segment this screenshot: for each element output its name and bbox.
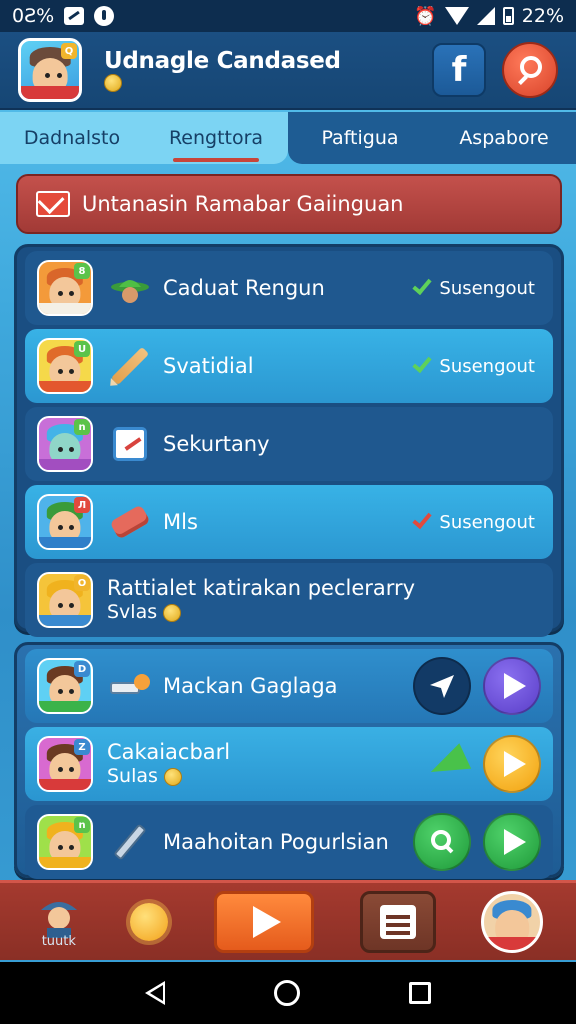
tab-bar: Dadnalsto Rengttora Paftigua Aspabore	[0, 112, 576, 164]
paper-plane-icon	[424, 741, 472, 787]
system-nav-bar	[0, 962, 576, 1024]
list-item-sublabel: Svlas	[107, 601, 158, 624]
alarm-icon: ⏰	[414, 5, 437, 27]
announcement-banner[interactable]: Untanasin Ramabar Gaiinguan	[16, 174, 562, 234]
tab-2[interactable]: Rengttora	[144, 112, 288, 164]
calendar-icon	[379, 904, 416, 939]
play-icon	[252, 905, 281, 938]
list-item-label: Cakaiacbarl	[107, 740, 231, 764]
play-icon	[504, 751, 526, 777]
list-panel-2: D Mackan Gaglaga Z Cakaiacbarl Sulas n M…	[14, 642, 564, 879]
battery-icon	[502, 7, 514, 25]
list-item[interactable]: O Rattialet katirakan peclerarry Svlas	[25, 563, 553, 637]
tab-3[interactable]: Paftigua	[288, 112, 432, 164]
list-item-label: Rattialet katirakan peclerarry	[107, 576, 416, 600]
list-panel-1: 8 Caduat Rengun Susengout U Svatidial Su…	[14, 244, 564, 637]
search-icon	[431, 830, 454, 854]
bottom-bar: tuutk	[0, 880, 576, 960]
list-item-sublabel: Sulas	[107, 765, 158, 788]
list-item-label: Mackan Gaglaga	[163, 673, 338, 698]
list-item-label: Caduat Rengun	[163, 275, 325, 300]
image-icon	[64, 7, 85, 25]
app-screen: 0Ƨ% ⏰ 22% Q Udnagle Candased f Dadnalsto…	[0, 0, 576, 1024]
profile-nav-label: tuutk	[41, 934, 76, 949]
status-bar: 0Ƨ% ⏰ 22%	[0, 0, 576, 32]
tool-icon	[107, 663, 153, 709]
battery-percent: 22%	[521, 5, 564, 27]
coin-icon	[163, 603, 182, 622]
app-header: Q Udnagle Candased f	[0, 32, 576, 110]
list-item[interactable]: n Sekurtany	[25, 407, 553, 481]
list-item-label: Mls	[163, 509, 198, 534]
recent-apps-icon[interactable]	[409, 982, 432, 1004]
tab-4-label: Aspabore	[459, 127, 549, 149]
syringe-icon	[107, 819, 153, 865]
avatar: n	[37, 814, 93, 870]
facebook-icon: f	[451, 50, 467, 90]
avatar: Z	[37, 736, 93, 792]
play-button[interactable]	[483, 813, 541, 871]
tab-2-label: Rengttora	[168, 127, 264, 149]
avatar: D	[37, 658, 93, 714]
page-title: Udnagle Candased	[104, 48, 341, 74]
search-button[interactable]	[502, 42, 558, 98]
list-item[interactable]: Z Cakaiacbarl Sulas	[25, 727, 553, 801]
airplane-icon	[430, 675, 454, 698]
list-item[interactable]: Л Mls Susengout	[25, 485, 553, 559]
wifi-icon	[444, 7, 469, 25]
play-button[interactable]	[483, 657, 541, 715]
sun-icon	[130, 902, 169, 941]
tab-3-label: Paftigua	[321, 127, 399, 149]
banner-text: Untanasin Ramabar Gaiinguan	[82, 192, 404, 216]
avatar: Л	[37, 494, 93, 550]
status-text: Susengout	[439, 511, 535, 533]
list-item[interactable]: D Mackan Gaglaga	[25, 649, 553, 723]
list-item[interactable]: n Maahoitan Pogurlsian	[25, 805, 553, 879]
hat-icon	[107, 265, 153, 311]
coin-icon	[104, 74, 122, 92]
list-item[interactable]: 8 Caduat Rengun Susengout	[25, 251, 553, 325]
avatar: U	[37, 338, 93, 394]
home-icon[interactable]	[273, 980, 300, 1006]
status-text: Susengout	[439, 355, 535, 377]
status-badge: Susengout	[412, 508, 535, 533]
tab-4[interactable]: Aspabore	[432, 112, 576, 164]
facebook-button[interactable]: f	[432, 43, 486, 97]
status-text: Susengout	[439, 277, 535, 299]
notepad-icon	[107, 421, 153, 467]
user-avatar[interactable]: Q	[18, 38, 82, 102]
profile-nav[interactable]: tuutk	[33, 894, 85, 949]
candy-icon	[107, 499, 153, 545]
avatar: 8	[37, 260, 93, 316]
calendar-button[interactable]	[359, 890, 436, 953]
tab-1-label: Dadnalsto	[23, 127, 121, 149]
coin-icon	[163, 767, 182, 786]
avatar: n	[37, 416, 93, 472]
mail-icon	[36, 191, 70, 217]
pencil-icon	[107, 343, 153, 389]
list-item-label: Maahoitan Pogurlsian	[163, 829, 389, 854]
status-badge: Susengout	[412, 352, 535, 377]
character-icon	[40, 902, 77, 938]
daily-bonus-button[interactable]	[130, 902, 169, 941]
fly-button[interactable]	[413, 657, 471, 715]
status-badge: Susengout	[412, 274, 535, 299]
list-item[interactable]: U Svatidial Susengout	[25, 329, 553, 403]
record-icon	[94, 6, 115, 26]
signal-icon	[476, 7, 495, 25]
list-item-label: Svatidial	[163, 353, 254, 378]
player-avatar-button[interactable]	[481, 890, 544, 953]
avatar: O	[37, 572, 93, 628]
play-icon	[504, 673, 526, 699]
play-button[interactable]	[483, 735, 541, 793]
play-icon	[504, 829, 526, 855]
search-button[interactable]	[413, 813, 471, 871]
status-left-text: 0Ƨ%	[12, 5, 55, 27]
back-icon[interactable]	[144, 981, 165, 1005]
list-item-label: Sekurtany	[163, 431, 270, 456]
tab-1[interactable]: Dadnalsto	[0, 112, 144, 164]
active-tab-indicator	[172, 158, 260, 162]
main-play-button[interactable]	[213, 890, 314, 953]
